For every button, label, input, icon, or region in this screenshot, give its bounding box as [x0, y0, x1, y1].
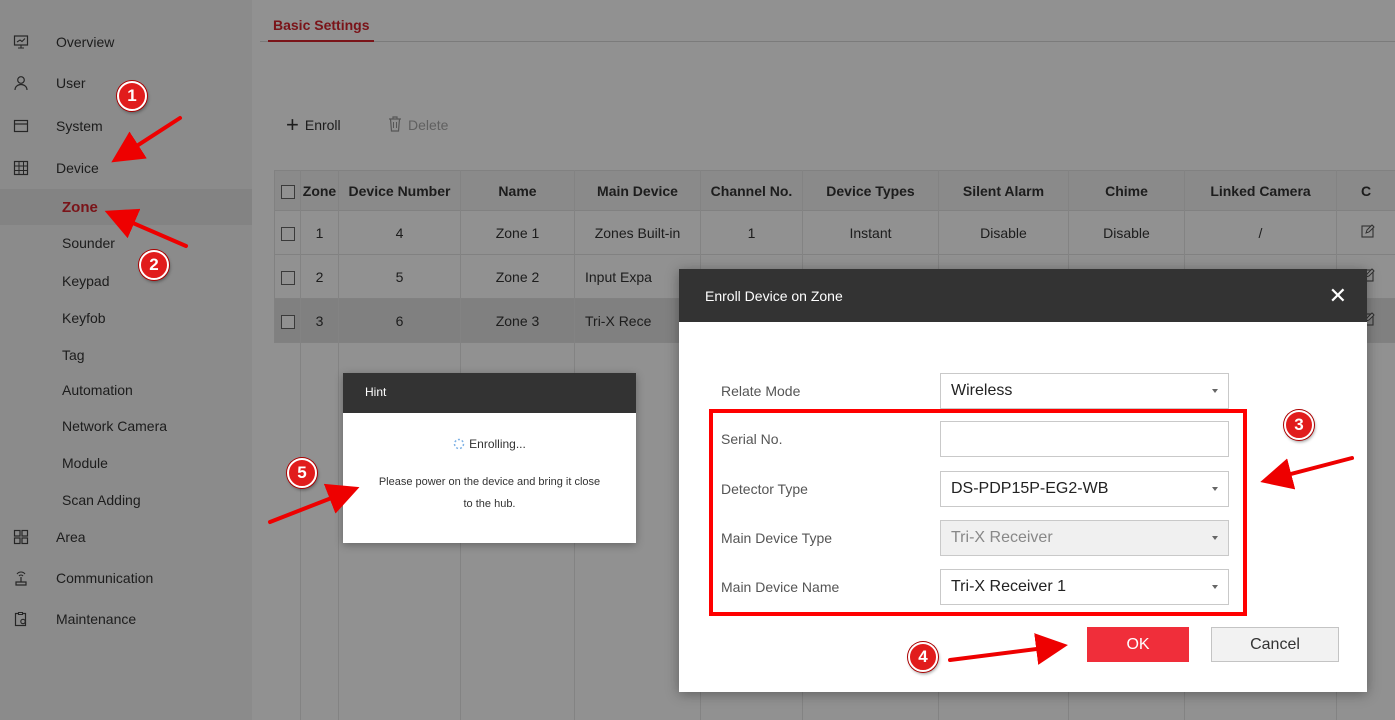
step-badge-3: 3: [1284, 410, 1314, 440]
chevron-down-icon: [1212, 585, 1218, 589]
close-icon[interactable]: ✕: [1329, 283, 1347, 309]
main-device-name-label: Main Device Name: [721, 579, 840, 595]
main-device-name-value: Tri-X Receiver 1: [951, 578, 1066, 595]
step-badge-5: 5: [287, 458, 317, 488]
enroll-dialog: Enroll Device on Zone ✕ Relate Mode Wire…: [679, 269, 1367, 692]
serial-no-label: Serial No.: [721, 431, 783, 447]
hint-message: Please power on the device and bring it …: [378, 476, 601, 510]
main-device-type-label: Main Device Type: [721, 530, 833, 546]
dialog-header: Enroll Device on Zone ✕: [679, 269, 1367, 322]
detector-type-select[interactable]: DS-PDP15P-EG2-WB: [940, 471, 1229, 507]
detector-type-value: DS-PDP15P-EG2-WB: [951, 480, 1109, 497]
step-badge-2: 2: [139, 250, 169, 280]
chevron-down-icon: [1212, 487, 1218, 491]
dialog-title: Enroll Device on Zone: [705, 288, 843, 304]
cancel-button[interactable]: Cancel: [1211, 627, 1339, 662]
hint-loading: Enrolling...: [343, 437, 636, 453]
chevron-down-icon: [1212, 389, 1218, 393]
relate-mode-select[interactable]: Wireless: [940, 373, 1229, 409]
hint-title: Hint: [343, 373, 636, 413]
ok-button[interactable]: OK: [1087, 627, 1189, 662]
serial-no-input[interactable]: [940, 421, 1229, 457]
step-badge-4: 4: [908, 642, 938, 672]
relate-mode-label: Relate Mode: [721, 383, 801, 399]
main-device-type-select: Tri-X Receiver: [940, 520, 1229, 556]
spinner-icon: [453, 438, 465, 453]
detector-type-label: Detector Type: [721, 481, 808, 497]
relate-mode-value: Wireless: [951, 382, 1013, 399]
hint-dialog: Hint Enrolling... Please power on the de…: [343, 373, 636, 543]
chevron-down-icon: [1212, 536, 1218, 540]
hint-loading-text: Enrolling...: [469, 437, 526, 451]
main-device-name-select[interactable]: Tri-X Receiver 1: [940, 569, 1229, 605]
main-device-type-value: Tri-X Receiver: [951, 529, 1053, 546]
step-badge-1: 1: [117, 81, 147, 111]
